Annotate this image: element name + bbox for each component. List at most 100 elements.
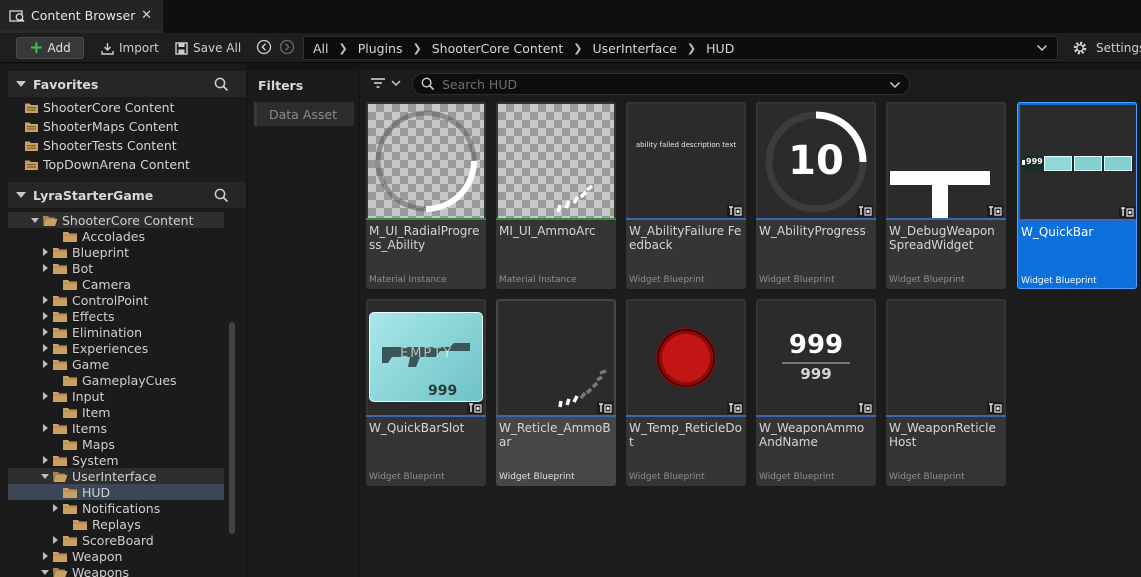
collapsed-arrow-icon[interactable] [50,500,60,516]
tree-item-weapons[interactable]: Weapons [8,564,224,577]
collapsed-arrow-icon[interactable] [40,548,50,564]
asset-name: W_WeaponReticle Host [889,421,996,449]
asset-tile[interactable]: 999 999 W_WeaponAmmo AndName Widget Bluepri… [756,299,876,486]
close-icon[interactable]: ✕ [141,8,152,23]
tab-content-browser[interactable]: Content Browser ✕ [0,0,163,33]
search-icon[interactable] [214,77,229,92]
asset-tile[interactable]: M_UI_RadialProgress_Ability Material Inst… [366,102,486,289]
tree-item-bot[interactable]: Bot [8,260,224,276]
collapsed-arrow-icon[interactable] [40,452,50,468]
tree-item-blueprint[interactable]: Blueprint [8,244,224,260]
asset-tile[interactable]: W_Reticle_AmmoBar Widget Blueprint [496,299,616,486]
tree-item-hud[interactable]: HUD [8,484,224,500]
asset-tile[interactable]: 999 W_QuickBar Widget Blueprint [1017,102,1137,289]
widget-blueprint-badge-icon [1119,206,1135,218]
save-icon [175,41,188,55]
collapsed-arrow-icon[interactable] [40,324,50,340]
favorites-header[interactable]: Favorites [8,71,246,97]
collapsed-arrow-icon[interactable] [40,292,50,308]
expanded-arrow-icon[interactable] [40,468,50,484]
breadcrumb-hud[interactable]: HUD [706,41,734,56]
collapsed-arrow-icon[interactable] [40,356,50,372]
tree-item-effects[interactable]: Effects [8,308,224,324]
search-icon[interactable] [214,188,229,203]
tree-item-controlpoint[interactable]: ControlPoint [8,292,224,308]
back-arrow-icon[interactable] [256,39,272,55]
chevron-right-icon[interactable]: ❯ [339,42,348,55]
asset-tile[interactable]: W_DebugWeapon SpreadWidget Widget Bluepri… [886,102,1006,289]
expanded-arrow-icon[interactable] [30,212,40,228]
tree-item-scoreboard[interactable]: ScoreBoard [8,532,224,548]
collapsed-arrow-icon[interactable] [50,532,60,548]
filter-dropdown-button[interactable] [370,76,402,90]
collapsed-arrow-icon[interactable] [40,244,50,260]
asset-tile[interactable]: EMPTY 999 W_QuickBarSlot Widget Blueprint [366,299,486,486]
chevron-right-icon[interactable]: ❯ [573,42,582,55]
save-all-button[interactable]: Save All [175,37,241,59]
collapsed-arrow-icon[interactable] [40,308,50,324]
asset-type-stripe [626,415,746,417]
widget-blueprint-badge-icon [857,205,873,217]
collapse-triangle-icon[interactable] [16,81,26,87]
asset-tile[interactable]: W_WeaponReticle Host Widget Blueprint [886,299,1006,486]
breadcrumb-shootercore[interactable]: ShooterCore Content [432,41,564,56]
chevron-down-icon[interactable] [889,80,901,90]
folder-icon [53,391,67,402]
collapsed-arrow-icon[interactable] [40,420,50,436]
folder-icon [63,439,77,450]
filter-data-asset[interactable]: Data Asset [254,102,354,126]
folder-icon [63,535,77,546]
search-input[interactable] [442,76,882,92]
asset-tile[interactable]: ability failed description text W_Ability… [626,102,746,289]
tree-item-system[interactable]: System [8,452,224,468]
tree-item-replays[interactable]: Replays [8,516,224,532]
expanded-arrow-icon[interactable] [40,564,50,577]
tree-item-maps[interactable]: Maps [8,436,224,452]
tree-scrollbar[interactable] [229,322,235,534]
tree-item-weapon[interactable]: Weapon [8,548,224,564]
favorite-item[interactable]: ShooterMaps Content [24,117,178,136]
breadcrumb-plugins[interactable]: Plugins [358,41,403,56]
asset-tile[interactable]: W_Temp_ReticleDot Widget Blueprint [626,299,746,486]
favorite-item[interactable]: ShooterTests Content [24,136,177,155]
folder-icon [53,455,67,466]
settings-button[interactable]: Settings [1072,37,1141,59]
folder-icon [53,311,67,322]
project-header[interactable]: LyraStarterGame [8,182,246,208]
asset-tile[interactable]: MI_UI_AmmoArc Material Instance [496,102,616,289]
ammo-arc-thumbnail [556,184,594,213]
add-button[interactable]: + Add [16,37,84,59]
chevron-right-icon[interactable]: ❯ [413,42,422,55]
breadcrumb-all[interactable]: All [313,41,329,56]
favorite-label: TopDownArena Content [43,157,190,172]
tree-item-shootercore-content[interactable]: ShooterCore Content [8,212,224,228]
tree-item-camera[interactable]: Camera [8,276,224,292]
tree-item-label: Accolades [82,228,145,244]
collapsed-arrow-icon[interactable] [40,388,50,404]
widget-blueprint-badge-icon [597,402,613,414]
import-button[interactable]: Import [101,37,159,59]
asset-name: M_UI_RadialProgress_Ability [369,224,480,252]
tree-item-userinterface[interactable]: UserInterface [8,468,224,484]
chevron-right-icon[interactable]: ❯ [687,42,696,55]
tree-item-items[interactable]: Items [8,420,224,436]
asset-tile[interactable]: 10 W_AbilityProgress Widget Blueprint [756,102,876,289]
favorite-item[interactable]: TopDownArena Content [24,155,190,174]
tree-item-item[interactable]: Item [8,404,224,420]
breadcrumb-userinterface[interactable]: UserInterface [592,41,676,56]
tree-item-notifications[interactable]: Notifications [8,500,224,516]
tree-item-elimination[interactable]: Elimination [8,324,224,340]
collapse-triangle-icon[interactable] [16,192,26,198]
tree-item-gameplaycues[interactable]: GameplayCues [8,372,224,388]
chevron-down-icon[interactable] [1036,43,1048,53]
forward-arrow-icon[interactable] [279,39,295,55]
tree-item-accolades[interactable]: Accolades [8,228,224,244]
tree-item-experiences[interactable]: Experiences [8,340,224,356]
collapsed-arrow-icon[interactable] [40,340,50,356]
favorite-item[interactable]: ShooterCore Content [24,98,175,117]
tree-item-input[interactable]: Input [8,388,224,404]
asset-view: M_UI_RadialProgress_Ability Material Inst… [360,70,1141,577]
tree-item-game[interactable]: Game [8,356,224,372]
collapsed-arrow-icon[interactable] [40,260,50,276]
